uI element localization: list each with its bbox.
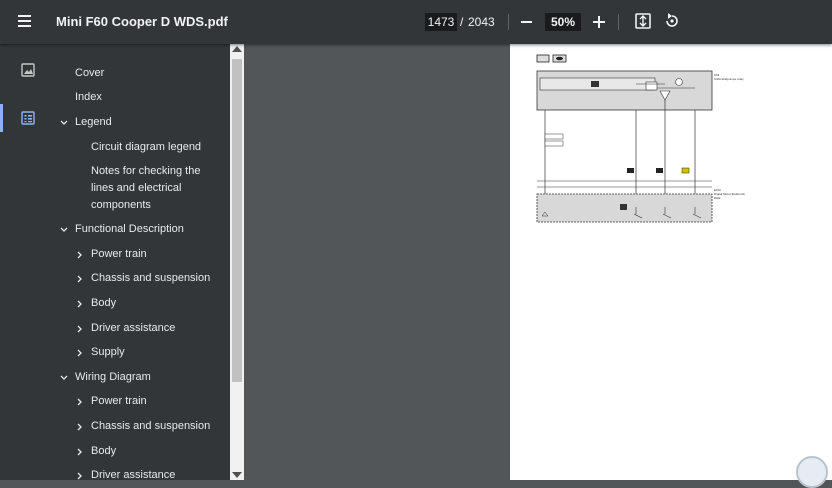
zoom-in-button[interactable] — [592, 12, 606, 32]
watermark-seal — [796, 456, 828, 488]
scroll-down-icon[interactable] — [232, 472, 242, 478]
outline-button[interactable] — [0, 104, 56, 132]
outline-item-label: Body — [91, 297, 117, 309]
outline-item-label: Notes for checking the — [91, 165, 201, 177]
outline-item-label: Index — [75, 91, 102, 103]
outline-item-label: Chassis and suspension — [91, 272, 211, 284]
scroll-up-icon[interactable] — [232, 46, 242, 52]
pdf-page: K94 Kühlmittelpumpe relay ECM Digital Mo… — [510, 44, 832, 480]
chevron-right-icon[interactable] — [75, 422, 85, 432]
chevron-right-icon[interactable] — [75, 348, 85, 358]
page-total: 2043 — [468, 15, 495, 29]
outline-item-label: Body — [91, 445, 117, 457]
outline-panel: Cover Index Legend Circuit diagram legen… — [56, 44, 230, 480]
menu-icon[interactable] — [16, 13, 38, 31]
page-number-input[interactable]: 1473 — [425, 13, 457, 31]
chevron-right-icon[interactable] — [75, 250, 85, 260]
sidebar-rail — [0, 44, 56, 480]
outline-item-label: Legend — [75, 116, 112, 128]
outline-item-notes[interactable]: Notes for checking the lines and electri… — [56, 163, 230, 214]
outline-item-label: components — [91, 199, 151, 211]
outline-item-label: lines and electrical — [91, 182, 182, 194]
image-icon — [21, 63, 35, 77]
chevron-down-icon[interactable] — [59, 118, 69, 128]
page-separator: / — [460, 15, 464, 29]
document-title: Mini F60 Cooper D WDS.pdf — [56, 14, 228, 29]
chevron-down-icon[interactable] — [59, 225, 69, 235]
chevron-right-icon[interactable] — [75, 447, 85, 457]
toolbar-divider — [508, 14, 509, 30]
outline-item-label: Driver assistance — [91, 469, 176, 480]
thumbnails-button[interactable] — [0, 56, 56, 84]
outline-item-label: Chassis and suspension — [91, 420, 211, 432]
outline-item-label: Cover — [75, 67, 105, 79]
wiring-diagram — [536, 54, 713, 223]
chevron-right-icon[interactable] — [75, 274, 85, 284]
component-description: DDE — [714, 196, 721, 200]
component-description: Kühlmittelpumpe relay — [714, 77, 744, 81]
zoom-input[interactable]: 50% — [545, 13, 581, 31]
outline-item-label: Supply — [91, 346, 125, 358]
outline-item-label: Circuit diagram legend — [91, 141, 202, 153]
rotate-icon[interactable] — [663, 12, 681, 30]
toolbar-divider — [618, 14, 619, 30]
chevron-right-icon[interactable] — [75, 397, 85, 407]
active-indicator — [0, 104, 3, 132]
zoom-out-button[interactable] — [520, 12, 534, 32]
outline-item-label: Driver assistance — [91, 322, 176, 334]
chevron-right-icon[interactable] — [75, 299, 85, 309]
outline-item-label: Power train — [91, 248, 147, 260]
scrollbar-thumb[interactable] — [232, 59, 242, 382]
outline-icon — [21, 111, 35, 125]
fit-page-icon[interactable] — [634, 12, 652, 30]
chevron-right-icon[interactable] — [75, 471, 85, 480]
outline-item-label: Functional Description — [75, 223, 184, 235]
outline-item-label: Power train — [91, 395, 147, 407]
chevron-right-icon[interactable] — [75, 324, 85, 334]
toolbar: Mini F60 Cooper D WDS.pdf 1473 / 2043 50… — [0, 0, 832, 44]
chevron-down-icon[interactable] — [59, 373, 69, 383]
outline-item-label: Wiring Diagram — [75, 371, 151, 383]
